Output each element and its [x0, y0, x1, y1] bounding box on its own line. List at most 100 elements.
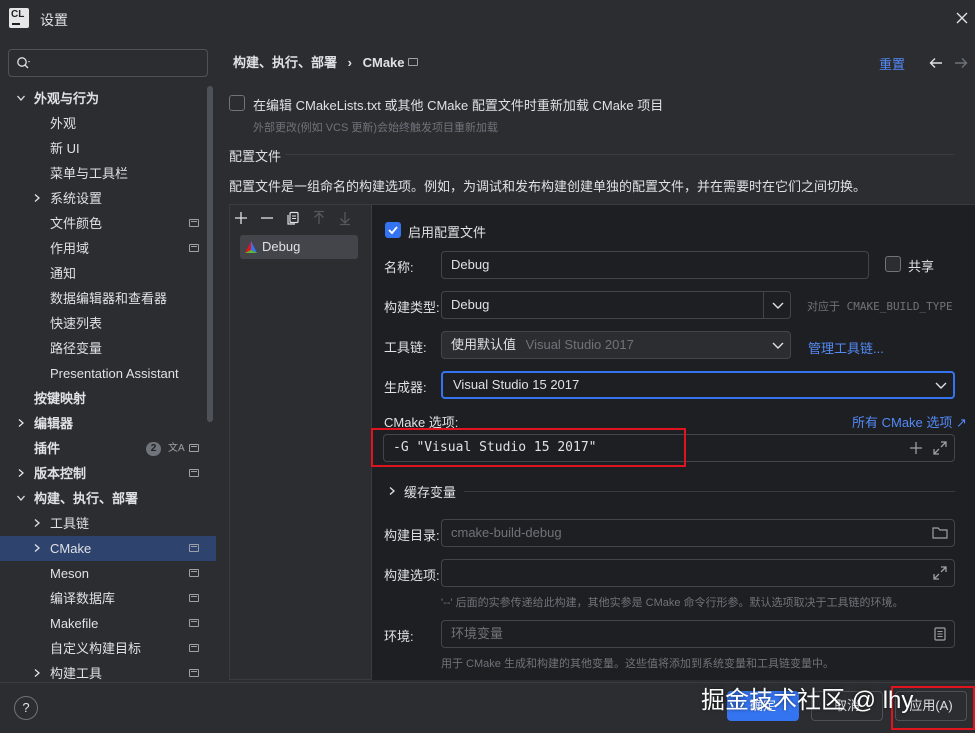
sidebar-item-label: 编辑器: [34, 416, 74, 431]
sidebar-item-label: Meson: [50, 566, 90, 581]
toolchain-dropdown[interactable]: 使用默认值 Visual Studio 2017: [441, 331, 791, 359]
sidebar-item[interactable]: 按键映射: [0, 386, 216, 411]
move-down-icon[interactable]: [337, 210, 353, 226]
back-arrow-icon[interactable]: [928, 56, 944, 70]
close-icon[interactable]: [951, 7, 973, 29]
build-type-combobox[interactable]: Debug: [441, 291, 791, 319]
environment-hint: 用于 CMake 生成和构建的其他变量。这些值将添加到系统变量和工具链变量中。: [441, 658, 834, 670]
help-button[interactable]: ?: [14, 696, 38, 720]
sidebar-item-label: 新 UI: [50, 141, 80, 156]
project-level-icon: [189, 444, 199, 452]
sidebar-item[interactable]: CMake: [0, 536, 216, 561]
add-icon[interactable]: [233, 210, 249, 226]
generator-dropdown[interactable]: Visual Studio 15 2017: [441, 371, 955, 399]
document-icon[interactable]: [933, 627, 947, 641]
sidebar-item[interactable]: 快速列表: [0, 311, 216, 336]
chevron-right-icon[interactable]: [32, 518, 42, 528]
move-up-icon[interactable]: [311, 210, 327, 226]
build-options-label: 构建选项:: [384, 568, 440, 583]
chevron-right-icon[interactable]: [32, 193, 42, 203]
sidebar-item-label: 工具链: [50, 516, 90, 531]
build-directory-input[interactable]: cmake-build-debug: [441, 519, 955, 547]
sidebar-item-label: 编译数据库: [50, 591, 116, 606]
chevron-down-icon[interactable]: [16, 93, 26, 103]
expand-icon[interactable]: [932, 440, 948, 456]
toolchain-hint: Visual Studio 2017: [525, 337, 634, 352]
sidebar-item[interactable]: 系统设置: [0, 186, 216, 211]
sidebar-item[interactable]: 文件颜色: [0, 211, 216, 236]
sidebar-scrollbar[interactable]: [207, 86, 213, 422]
sidebar-item[interactable]: 外观: [0, 111, 216, 136]
expand-icon[interactable]: [932, 565, 948, 581]
build-directory-placeholder: cmake-build-debug: [451, 525, 562, 540]
sidebar-item[interactable]: 编辑器: [0, 411, 216, 436]
chevron-right-icon[interactable]: [32, 543, 42, 553]
breadcrumb: 构建、执行、部署 › CMake: [233, 52, 405, 71]
sidebar-item-label: 路径变量: [50, 341, 103, 356]
cache-variables-label[interactable]: 缓存变量: [404, 482, 456, 501]
sidebar-item[interactable]: 版本控制: [0, 461, 216, 486]
enable-profile-checkbox[interactable]: [385, 222, 401, 238]
chevron-right-icon[interactable]: [16, 418, 26, 428]
sidebar-item[interactable]: 工具链: [0, 511, 216, 536]
chevron-down-icon[interactable]: [927, 371, 955, 399]
name-label: 名称:: [384, 260, 414, 275]
profiles-heading: 配置文件: [229, 149, 282, 164]
chevron-right-icon[interactable]: [32, 668, 42, 678]
breadcrumb-parent[interactable]: 构建、执行、部署: [233, 55, 337, 70]
sidebar-item[interactable]: 自定义构建目标: [0, 636, 216, 661]
copy-icon[interactable]: [285, 210, 301, 226]
sidebar-item-label: CMake: [50, 541, 92, 556]
forward-arrow-icon[interactable]: [953, 56, 969, 70]
chevron-right-icon[interactable]: [16, 468, 26, 478]
build-dir-label: 构建目录:: [384, 528, 440, 543]
remove-icon[interactable]: [259, 210, 275, 226]
reload-cmake-hint: 外部更改(例如 VCS 更新)会始终触发项目重新加载: [253, 122, 499, 134]
window-title: 设置: [40, 12, 68, 28]
chevron-right-icon[interactable]: [387, 486, 397, 496]
sidebar-item-label: 数据编辑器和查看器: [50, 291, 168, 306]
sidebar-item[interactable]: Meson: [0, 561, 216, 586]
sidebar-item-label: 快速列表: [50, 316, 103, 331]
sidebar-item[interactable]: 新 UI: [0, 136, 216, 161]
sidebar-item-label: 插件: [34, 441, 61, 456]
project-level-icon: [189, 594, 199, 602]
sidebar-item[interactable]: 数据编辑器和查看器: [0, 286, 216, 311]
sidebar-item[interactable]: 路径变量: [0, 336, 216, 361]
sidebar-item[interactable]: Presentation Assistant: [0, 361, 216, 386]
sidebar-item-label: 菜单与工具栏: [50, 166, 129, 181]
build-options-input[interactable]: [441, 559, 955, 587]
sidebar-item[interactable]: 通知: [0, 261, 216, 286]
toolchain-label: 工具链:: [384, 340, 427, 355]
cmake-icon: [244, 240, 258, 254]
share-checkbox[interactable]: [885, 256, 901, 272]
sidebar-item[interactable]: Makefile: [0, 611, 216, 636]
sidebar-item-label: 自定义构建目标: [50, 641, 142, 656]
share-label: 共享: [908, 259, 935, 274]
sidebar-item-label: 构建、执行、部署: [34, 491, 139, 506]
sidebar-item[interactable]: 菜单与工具栏: [0, 161, 216, 186]
manage-toolchains-link[interactable]: 管理工具链...: [808, 338, 884, 357]
sidebar-item[interactable]: 构建、执行、部署: [0, 486, 216, 511]
sidebar-item[interactable]: 外观与行为: [0, 86, 216, 111]
divider: [285, 154, 955, 155]
project-level-icon: [189, 669, 199, 677]
folder-icon[interactable]: [931, 525, 949, 541]
chevron-down-icon[interactable]: [765, 331, 791, 359]
sidebar-item-label: 按键映射: [34, 391, 87, 406]
profile-name-input[interactable]: Debug: [441, 251, 869, 279]
environment-input[interactable]: 环境变量: [441, 620, 955, 648]
chevron-down-icon[interactable]: [763, 291, 791, 319]
project-level-icon: [189, 644, 199, 652]
search-input[interactable]: [8, 49, 208, 77]
sidebar-item[interactable]: 插件 2 文A: [0, 436, 216, 461]
sidebar-item[interactable]: 编译数据库: [0, 586, 216, 611]
add-icon[interactable]: [908, 440, 924, 456]
reset-link[interactable]: 重置: [879, 54, 905, 73]
toolchain-value: 使用默认值: [451, 337, 517, 352]
breadcrumb-current: CMake: [362, 55, 405, 70]
sidebar-item[interactable]: 作用域: [0, 236, 216, 261]
reload-cmake-checkbox[interactable]: [229, 95, 245, 111]
chevron-down-icon[interactable]: [16, 493, 26, 503]
all-cmake-options-link[interactable]: 所有 CMake 选项 ↗: [852, 412, 967, 431]
